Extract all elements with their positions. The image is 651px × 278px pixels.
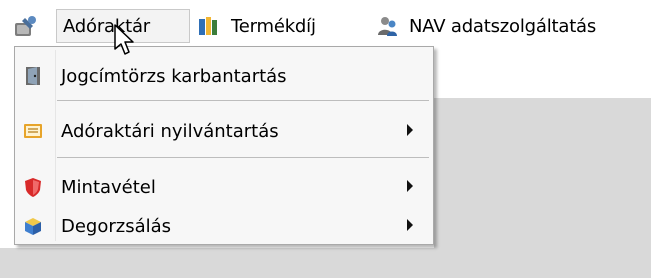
shield-icon: [25, 178, 41, 197]
menu-item-label: Adóraktári nyilvántartás: [61, 120, 279, 142]
menu-termekdij[interactable]: Termékdíj: [195, 9, 353, 43]
box-icon: [25, 218, 41, 235]
menu-nav-label: NAV adatszolgáltatás: [409, 15, 597, 37]
menu-termekdij-label: Termékdíj: [231, 15, 316, 37]
menu-separator: [57, 157, 429, 158]
door-icon: [26, 67, 40, 85]
menu-adoraktar-label: Adóraktár: [63, 15, 150, 37]
app-settings-icon[interactable]: [12, 14, 38, 40]
adoraktar-dropdown-menu: Jogcímtörzs karbantartás Adóraktári nyil…: [14, 46, 434, 245]
menu-separator: [57, 100, 429, 101]
workspace-gray-strip: [0, 248, 651, 278]
menu-nav-adatszolgaltatas[interactable]: NAV adatszolgáltatás: [375, 9, 645, 43]
menu-item-mintavetel[interactable]: Mintavétel: [17, 172, 431, 202]
submenu-arrow-icon: [407, 219, 413, 231]
submenu-arrow-icon: [407, 124, 413, 136]
menu-item-label: Jogcímtörzs karbantartás: [61, 65, 287, 87]
menu-adoraktar[interactable]: Adóraktár: [56, 9, 190, 43]
ledger-icon: [24, 124, 42, 138]
menu-item-adoraktari-nyilvantartas[interactable]: Adóraktári nyilvántartás: [17, 116, 431, 146]
menu-item-jogcimtorzs-karbantartas[interactable]: Jogcímtörzs karbantartás: [17, 61, 431, 91]
menu-item-degorzsalas[interactable]: Degorzsálás: [17, 211, 431, 241]
users-icon: [378, 17, 397, 36]
submenu-arrow-icon: [407, 180, 413, 192]
menu-item-label: Mintavétel: [61, 176, 156, 198]
menu-item-label: Degorzsálás: [61, 215, 172, 237]
books-icon: [199, 17, 217, 35]
